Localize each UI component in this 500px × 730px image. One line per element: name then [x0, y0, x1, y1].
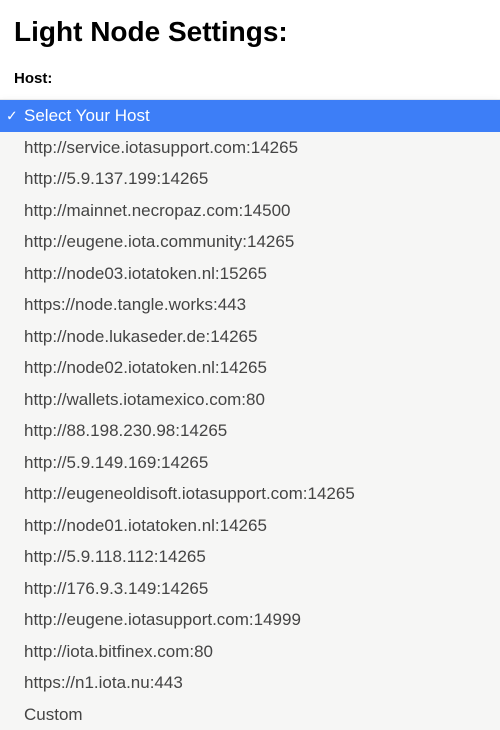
dropdown-option[interactable]: https://node.tangle.works:443: [0, 289, 500, 321]
dropdown-option[interactable]: http://eugene.iotasupport.com:14999: [0, 604, 500, 636]
dropdown-placeholder-text: Select Your Host: [24, 106, 150, 125]
page-title: Light Node Settings:: [14, 16, 486, 48]
dropdown-option-text: https://n1.iota.nu:443: [24, 673, 183, 692]
dropdown-option-text: http://5.9.149.169:14265: [24, 453, 208, 472]
dropdown-option[interactable]: http://mainnet.necropaz.com:14500: [0, 195, 500, 227]
dropdown-option-text: https://node.tangle.works:443: [24, 295, 246, 314]
dropdown-option[interactable]: http://5.9.137.199:14265: [0, 163, 500, 195]
dropdown-option-text: http://node02.iotatoken.nl:14265: [24, 358, 267, 377]
dropdown-option-text: http://eugene.iotasupport.com:14999: [24, 610, 301, 629]
dropdown-option-text: http://iota.bitfinex.com:80: [24, 642, 213, 661]
dropdown-option[interactable]: http://5.9.118.112:14265: [0, 541, 500, 573]
dropdown-option-text: http://node03.iotatoken.nl:15265: [24, 264, 267, 283]
dropdown-option[interactable]: http://iota.bitfinex.com:80: [0, 636, 500, 668]
dropdown-option[interactable]: http://node02.iotatoken.nl:14265: [0, 352, 500, 384]
dropdown-option-text: Custom: [24, 705, 83, 724]
dropdown-option-text: http://node01.iotatoken.nl:14265: [24, 516, 267, 535]
dropdown-option[interactable]: http://88.198.230.98:14265: [0, 415, 500, 447]
dropdown-option[interactable]: http://node.lukaseder.de:14265: [0, 321, 500, 353]
dropdown-option[interactable]: http://service.iotasupport.com:14265: [0, 132, 500, 164]
host-dropdown[interactable]: ✓ Select Your Host http://service.iotasu…: [0, 99, 500, 730]
dropdown-option-text: http://176.9.3.149:14265: [24, 579, 208, 598]
dropdown-option[interactable]: http://node03.iotatoken.nl:15265: [0, 258, 500, 290]
dropdown-option-text: http://5.9.118.112:14265: [24, 547, 206, 566]
dropdown-option[interactable]: http://eugene.iota.community:14265: [0, 226, 500, 258]
checkmark-icon: ✓: [6, 105, 18, 126]
dropdown-option[interactable]: Custom: [0, 699, 500, 730]
dropdown-option[interactable]: http://eugeneoldisoft.iotasupport.com:14…: [0, 478, 500, 510]
dropdown-option-text: http://5.9.137.199:14265: [24, 169, 208, 188]
dropdown-option[interactable]: http://5.9.149.169:14265: [0, 447, 500, 479]
dropdown-placeholder-option[interactable]: ✓ Select Your Host: [0, 100, 500, 132]
dropdown-option-text: http://mainnet.necropaz.com:14500: [24, 201, 291, 220]
dropdown-option-text: http://eugene.iota.community:14265: [24, 232, 294, 251]
dropdown-option[interactable]: http://wallets.iotamexico.com:80: [0, 384, 500, 416]
dropdown-option[interactable]: https://n1.iota.nu:443: [0, 667, 500, 699]
dropdown-option-text: http://service.iotasupport.com:14265: [24, 138, 298, 157]
host-label: Host:: [14, 70, 486, 87]
dropdown-option[interactable]: http://176.9.3.149:14265: [0, 573, 500, 605]
dropdown-option-text: http://wallets.iotamexico.com:80: [24, 390, 265, 409]
dropdown-option-text: http://node.lukaseder.de:14265: [24, 327, 257, 346]
dropdown-option[interactable]: http://node01.iotatoken.nl:14265: [0, 510, 500, 542]
dropdown-option-text: http://88.198.230.98:14265: [24, 421, 227, 440]
dropdown-option-text: http://eugeneoldisoft.iotasupport.com:14…: [24, 484, 355, 503]
